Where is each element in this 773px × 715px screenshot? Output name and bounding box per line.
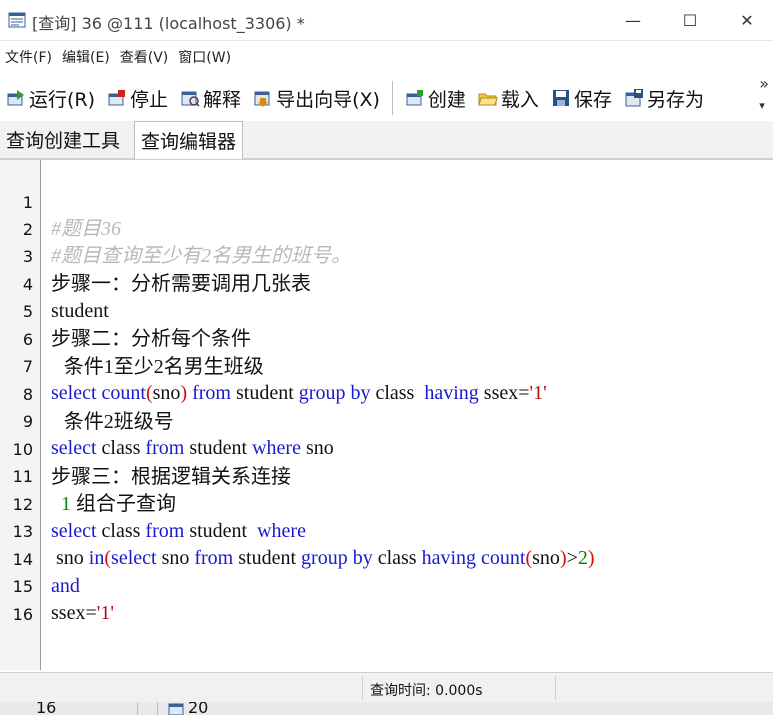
toolbar-separator (391, 81, 393, 115)
background-row-text: 16 (36, 702, 57, 715)
explain-button[interactable]: 解释 (174, 81, 247, 115)
background-divider (157, 702, 158, 715)
code-line: 3 步骤一：分析需要调用几张表 (0, 216, 773, 295)
save-as-button[interactable]: 另存为 (618, 81, 710, 115)
code-line: 1 #题目36 (0, 162, 773, 240)
toolbar: 运行(R) 停止 解释 导出向导(X) 创建 载入 保存 另存为 (0, 76, 773, 120)
menu-window[interactable]: 窗口(W) (173, 47, 236, 67)
chevron-right-icon: » (759, 74, 769, 93)
line-number: 16 (12, 605, 33, 624)
sql-editor[interactable]: 1 #题目36 2 #题目查询至少有2名男生的班号。 3 步骤一：分析需要调用几… (0, 159, 773, 670)
run-button[interactable]: 运行(R) (0, 81, 101, 115)
minimize-icon: — (625, 10, 641, 30)
export-wizard-label: 导出向导(X) (276, 88, 380, 111)
code-line: 15 ssex='1' (0, 546, 773, 624)
export-wizard-button[interactable]: 导出向导(X) (247, 81, 386, 115)
query-window-icon (8, 12, 26, 28)
menu-view[interactable]: 查看(V) (115, 47, 174, 67)
code-line: 12 select class from student where (0, 464, 773, 542)
menu-file[interactable]: 文件(F) (0, 47, 57, 67)
save-as-icon (625, 89, 643, 107)
background-row-text: 20 (188, 702, 209, 715)
code-line: 11 1 组合子查询 (0, 436, 773, 515)
maximize-button[interactable]: ☐ (667, 7, 713, 33)
code-line: 13 sno in(select sno from student group … (0, 491, 773, 569)
create-icon (406, 90, 423, 106)
status-bar: 查询时间: 0.000s (0, 672, 773, 703)
code-line: 7 select count(sno) from student group b… (0, 326, 773, 404)
code-line: 8 条件2班级号 (0, 354, 773, 433)
create-button[interactable]: 创建 (399, 81, 472, 115)
maximize-icon: ☐ (682, 10, 698, 30)
export-wizard-icon (254, 91, 270, 107)
save-disk-icon (552, 90, 569, 106)
status-divider (555, 676, 556, 700)
code-line: 6 条件1至少2名男生班级 (0, 299, 773, 378)
code-text: ssex='1' (51, 600, 114, 627)
code-token: ssex= (51, 602, 97, 624)
code-line: 5 步骤二：分析每个条件 (0, 271, 773, 350)
explain-icon (181, 91, 200, 107)
stop-button[interactable]: 停止 (101, 81, 174, 115)
minimize-button[interactable]: — (610, 7, 656, 33)
close-button[interactable]: ✕ (724, 7, 770, 33)
tab-query-builder[interactable]: 查询创建工具 (0, 121, 126, 157)
code-line: 10 步骤三：根据逻辑关系连接 (0, 409, 773, 488)
close-icon: ✕ (740, 10, 754, 30)
menu-bar: 文件(F) 编辑(E) 查看(V) 窗口(W) (0, 41, 773, 73)
load-folder-icon (478, 93, 498, 106)
stop-label: 停止 (130, 88, 169, 111)
query-time: 查询时间: 0.000s (370, 683, 483, 699)
code-line: 14 and (0, 519, 773, 597)
title-bar: [查询] 36 @111 (localhost_3306) * — ☐ ✕ (0, 0, 773, 41)
code-line: 2 #题目查询至少有2名男生的班号。 (0, 189, 773, 267)
stop-icon (108, 90, 126, 106)
table-icon (168, 703, 184, 715)
status-divider (362, 676, 363, 700)
menu-edit[interactable]: 编辑(E) (57, 47, 115, 67)
create-label: 创建 (427, 88, 466, 111)
tab-query-editor[interactable]: 查询编辑器 (134, 121, 244, 159)
code-line: 9 select class from student where sno (0, 381, 773, 459)
save-label: 保存 (573, 88, 612, 111)
save-button[interactable]: 保存 (545, 81, 618, 115)
explain-label: 解释 (203, 88, 242, 111)
string-literal: '1' (96, 602, 114, 624)
background-window: 16 20 (0, 702, 773, 715)
save-as-label: 另存为 (646, 88, 704, 111)
run-icon (7, 90, 24, 106)
load-button[interactable]: 载入 (472, 81, 545, 115)
code-line: 4 student (0, 244, 773, 322)
background-divider (137, 702, 138, 715)
chevron-down-icon: ▾ (759, 99, 765, 112)
run-label: 运行(R) (29, 88, 96, 111)
toolbar-overflow-button[interactable]: » ▾ (759, 76, 769, 114)
window-title: [查询] 36 @111 (localhost_3306) * (32, 14, 305, 33)
code-line: 16 (0, 574, 773, 624)
load-label: 载入 (500, 88, 539, 111)
editor-tabs: 查询创建工具 查询编辑器 (0, 121, 773, 159)
